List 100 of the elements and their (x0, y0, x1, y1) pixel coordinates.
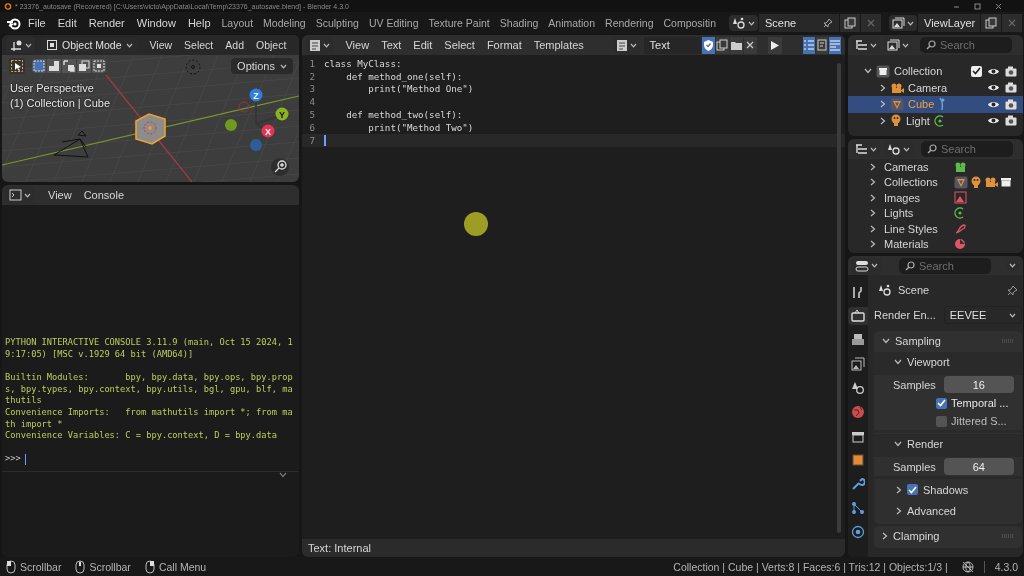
workspace-tab[interactable]: Modeling (258, 14, 311, 32)
subpanel-title: Shadows (923, 483, 969, 496)
workspace-tab[interactable]: UV Editing (363, 14, 424, 32)
checkbox-label: Temporal ... (951, 397, 1009, 409)
search-field[interactable]: Search (899, 257, 991, 274)
status-hint: Scrollbar (20, 561, 62, 573)
context-title: Scene (898, 284, 930, 296)
menu-item[interactable]: Console (77, 189, 130, 201)
item-label: Light (906, 114, 930, 127)
number-field[interactable]: 16 (943, 376, 1014, 393)
number-field[interactable]: 64 (943, 458, 1014, 475)
subpanel-header[interactable]: Advanced (874, 500, 1022, 521)
outliner-row[interactable]: Camera (848, 79, 1023, 96)
status-hint: Call Menu (158, 561, 207, 573)
subpanel-title: Viewport (907, 356, 950, 368)
console-output-line: Builtin Modules: bpy, bpy.data, bpy.ops, bpy.prop (5, 372, 294, 384)
item-label: Collection (894, 65, 943, 78)
item-label: Lights (884, 207, 914, 220)
line-number: 5 (308, 109, 315, 121)
view-layer-name-field[interactable]: ViewLayer (918, 14, 981, 32)
code-line: def method_one(self): (345, 70, 463, 82)
field-label: Render En... (874, 309, 936, 321)
field-label: Samples (892, 460, 936, 473)
code-line: def method_two(self): (345, 109, 463, 121)
line-number: 4 (308, 96, 315, 108)
menu-item[interactable]: View (143, 39, 179, 51)
console-output-line: thutils (5, 395, 43, 408)
menu-item[interactable]: Format (480, 39, 528, 51)
item-label: Images (884, 191, 921, 204)
console-output-line: Convenience Imports: from mathutils import *; from ma (5, 407, 294, 419)
menu-item[interactable]: Edit (51, 17, 83, 29)
navigation-gizmo[interactable]: Z Y X (225, 88, 289, 151)
item-label: Camera (908, 81, 948, 94)
menu-item[interactable]: Templates (527, 39, 590, 51)
version-label: 4.3.0 (994, 561, 1018, 573)
menu-item[interactable]: Select (438, 39, 481, 51)
menu-item[interactable]: Edit (407, 39, 439, 51)
panel-title: Sampling (895, 335, 941, 347)
workspace-tab[interactable]: Texture Paint (423, 14, 495, 32)
options-dropdown[interactable]: Options (231, 58, 293, 74)
line-number: 2 (308, 70, 315, 82)
menu-item[interactable]: Object (250, 39, 293, 51)
outliner-row[interactable]: Lights (848, 205, 1023, 221)
workspace-tab[interactable]: Rendering (600, 14, 659, 32)
outliner-row[interactable]: Light (848, 112, 1023, 129)
workspace-tab[interactable]: Sculpting (310, 14, 364, 32)
line-number: 1 (308, 57, 315, 69)
scene-name-field[interactable]: Scene (759, 14, 840, 32)
gizmo-axis-label: Z (253, 90, 259, 101)
line-number: 7 (308, 134, 315, 146)
item-label: Collections (884, 176, 938, 189)
console-output-line: th import * (5, 418, 64, 431)
console-output-line: 9:17:05) [MSC v.1929 64 bit (AMD64)] (5, 349, 195, 361)
text-name-field[interactable]: Text (643, 36, 701, 54)
outliner-row[interactable]: Cameras (848, 159, 1023, 175)
checkbox-label: Jittered S... (951, 415, 1007, 427)
menu-item[interactable]: Window (130, 17, 182, 29)
item-label: Line Styles (884, 222, 938, 235)
item-label: Cube (908, 98, 935, 111)
menu-item[interactable]: File (22, 17, 52, 29)
search-field[interactable]: Search (921, 141, 1013, 157)
workspace-tab[interactable]: Shading (494, 14, 544, 32)
status-hint: Scrollbar (89, 561, 131, 573)
panel-header[interactable]: Clamping (874, 526, 1022, 546)
menu-item[interactable]: Text (375, 39, 408, 51)
menu-item[interactable]: Help (181, 17, 217, 29)
subpanel-header[interactable]: Render (874, 434, 1022, 454)
outliner-row[interactable]: Images (848, 190, 1023, 206)
menu-item[interactable]: Add (219, 39, 250, 51)
subpanel-title: Render (907, 438, 944, 450)
menu-item[interactable]: View (42, 189, 78, 201)
code-line: class MyClass: (324, 57, 402, 69)
panel-title: Clamping (893, 530, 940, 542)
outliner-row[interactable]: Collections (848, 174, 1023, 190)
menu-item[interactable]: Render (82, 17, 131, 29)
gizmo-axis-label: Y (279, 109, 285, 120)
search-field[interactable]: Search (920, 37, 1012, 53)
scene-statistics: Collection | Cube | Verts:8 | Faces:6 | Tris:12 | Objects:1/3 | (673, 561, 948, 573)
outliner-row[interactable]: Collection (848, 63, 1023, 80)
menu-item[interactable]: View (339, 39, 376, 51)
line-number: 3 (308, 83, 315, 95)
subpanel-title: Advanced (907, 504, 956, 517)
outliner-row[interactable]: Materials (848, 236, 1023, 252)
console-prompt: >>> (5, 453, 21, 465)
line-number: 6 (308, 121, 315, 133)
menu-item[interactable]: Select (178, 39, 220, 51)
render-engine-dropdown[interactable]: EEVEE (943, 306, 1022, 324)
item-label: Materials (884, 238, 929, 251)
workspace-tab[interactable]: Compositin (658, 14, 722, 32)
subpanel-header[interactable]: Viewport (874, 352, 1022, 372)
console-output-line: PYTHON INTERACTIVE CONSOLE 3.11.9 (main, Oct 15 2024, 1 (5, 337, 294, 350)
outliner-row[interactable]: Line Styles (848, 221, 1023, 237)
code-line: print("Method Two") (367, 121, 474, 133)
workspace-tab[interactable]: Animation (543, 14, 601, 32)
subpanel-header[interactable]: Shadows (874, 479, 1022, 500)
panel-header[interactable]: Sampling (874, 331, 1022, 351)
console-output-line: Convenience Variables: C = bpy.context, D = bpy.data (5, 430, 278, 442)
outliner-row[interactable]: Cube (848, 96, 1023, 113)
gizmo-axis-label: X (265, 126, 271, 137)
workspace-tab[interactable]: Layout (216, 14, 259, 32)
